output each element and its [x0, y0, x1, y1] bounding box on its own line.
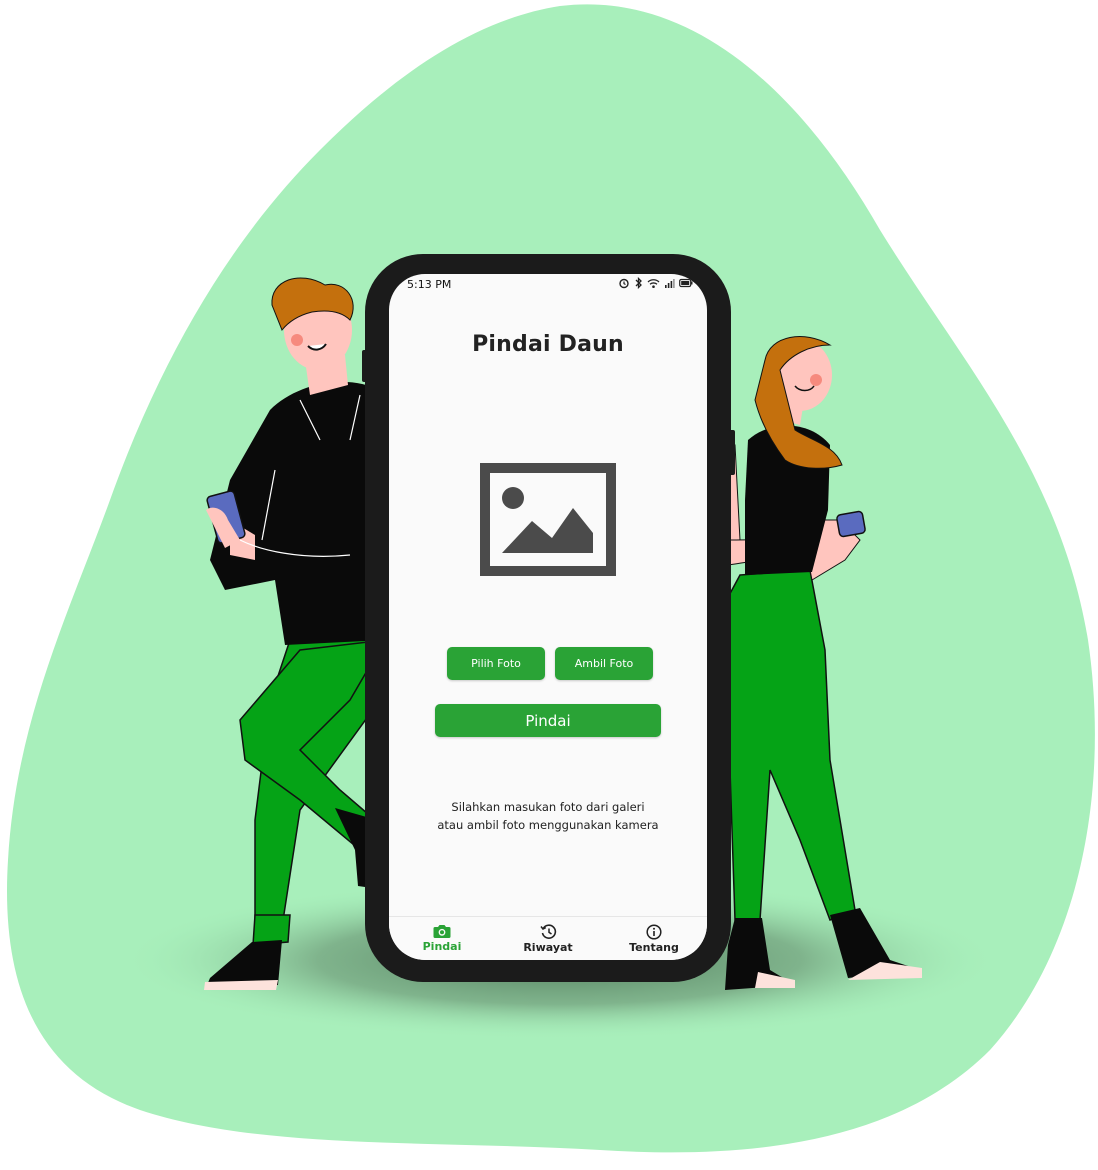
app-screen: 5:13 PM Pindai Daun Pilih Foto Ambil Fot…: [389, 274, 707, 960]
nav-item-riwayat[interactable]: Riwayat: [495, 917, 601, 960]
nav-label-riwayat: Riwayat: [523, 941, 573, 954]
bottom-navigation: Pindai Riwayat Tentang: [389, 916, 707, 960]
wifi-icon: [647, 278, 660, 288]
status-time: 5:13 PM: [407, 278, 452, 291]
camera-icon: [433, 925, 451, 938]
alarm-icon: [619, 278, 629, 289]
phone-side-button: [729, 430, 735, 475]
signal-icon: [665, 278, 675, 288]
status-icons: [618, 277, 693, 289]
history-icon: [539, 924, 556, 939]
page-title: Pindai Daun: [472, 332, 624, 357]
image-icon: [480, 463, 616, 576]
scan-button[interactable]: Pindai: [435, 704, 661, 737]
phone-side-button: [362, 350, 368, 382]
nav-item-pindai[interactable]: Pindai: [389, 917, 495, 960]
nav-label-tentang: Tentang: [629, 941, 679, 954]
take-photo-button[interactable]: Ambil Foto: [555, 647, 653, 680]
nav-label-pindai: Pindai: [422, 940, 462, 953]
instruction-text: Silahkan masukan foto dari galeri atau a…: [437, 800, 659, 832]
info-icon: [646, 924, 662, 940]
battery-icon: [679, 278, 693, 288]
nav-item-tentang[interactable]: Tentang: [601, 917, 707, 960]
pick-photo-button[interactable]: Pilih Foto: [447, 647, 545, 680]
status-bar: 5:13 PM: [389, 274, 707, 296]
bluetooth-icon: [635, 277, 642, 289]
